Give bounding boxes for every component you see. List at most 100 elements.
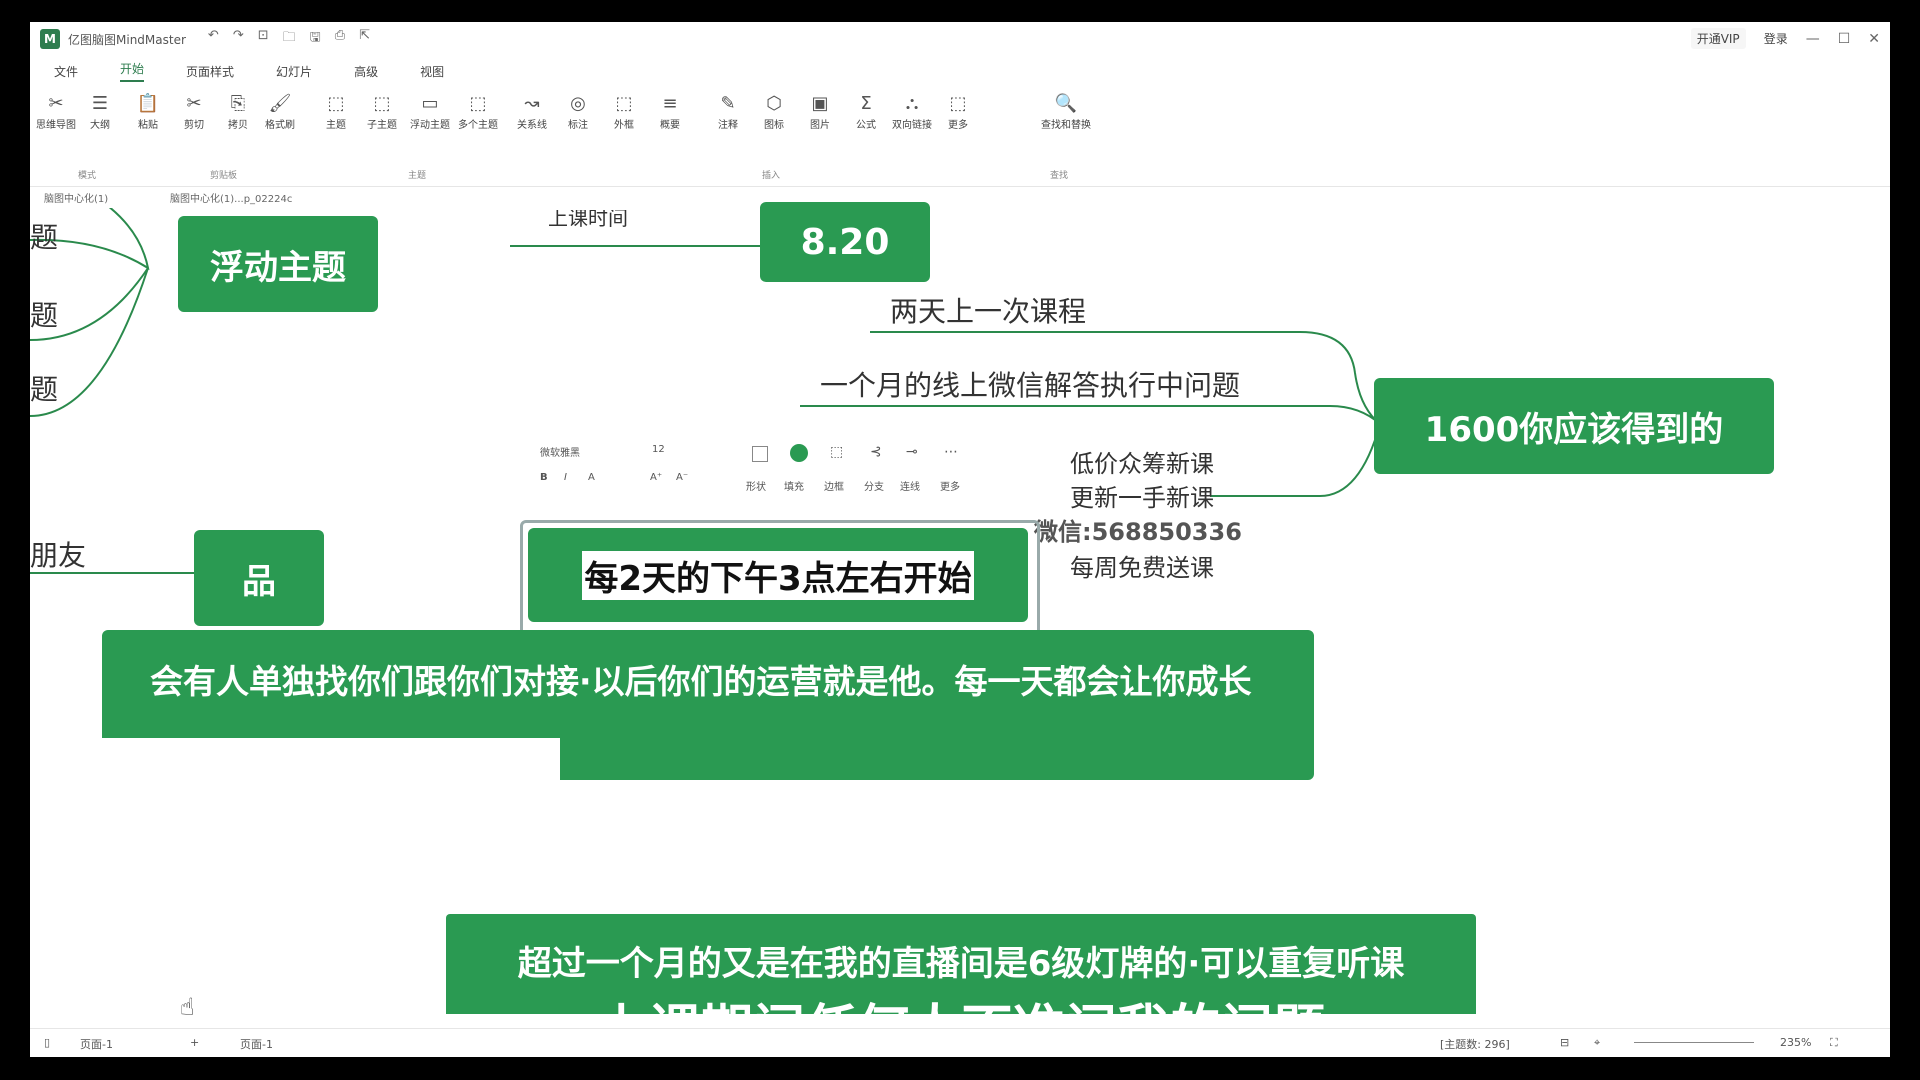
font-size-select[interactable]: 12 <box>652 444 665 455</box>
date-node[interactable]: 8.20 <box>760 202 930 282</box>
floating-topic-node[interactable]: 浮动主题 <box>178 216 378 312</box>
topic-button[interactable]: ⬚ 主题 <box>314 92 358 131</box>
italic-button[interactable]: I <box>564 472 567 483</box>
save-icon[interactable]: 🖫 <box>310 28 321 50</box>
relationship-button[interactable]: ↝ 关系线 <box>510 92 554 131</box>
maximize-button[interactable]: ☐ <box>1838 31 1851 47</box>
tool-label: 浮动主题 <box>410 120 450 131</box>
branch-label-weekly-free[interactable]: 每周免费送课 <box>1070 548 1214 583</box>
tab-file[interactable]: 文件 <box>54 63 78 80</box>
open-icon[interactable]: 🗀 <box>283 28 296 50</box>
undo-icon[interactable]: ↶ <box>208 28 219 50</box>
tool-label: 主题 <box>326 120 346 131</box>
branch-label-new-course[interactable]: 更新一手新课 <box>1070 478 1214 513</box>
copy-button[interactable]: ⎘ 拷贝 <box>216 92 260 131</box>
shape-icon[interactable] <box>752 446 768 462</box>
boundary-button[interactable]: ⬚ 外框 <box>602 92 646 131</box>
topic-label-cut-2[interactable]: 题 <box>30 294 58 334</box>
editing-topic-text[interactable]: 每2天的下午3点左右开始 <box>582 550 974 600</box>
page-selector[interactable]: 页面-1 <box>80 1036 113 1052</box>
tool-label: 大纲 <box>90 120 110 131</box>
find-replace-button[interactable]: 🔍 查找和替换 <box>1034 92 1098 131</box>
vip-button[interactable]: 开通VIP <box>1690 28 1746 49</box>
topic-label-cut-1[interactable]: 题 <box>30 216 58 256</box>
fill-label: 填充 <box>784 482 804 493</box>
mindmap-canvas[interactable]: 题 题 题 朋友 浮动主题 上课时间 8.20 两天上一次课程 一个月的线上微信… <box>30 202 1890 1028</box>
bilink-button[interactable]: ⛬ 双向链接 <box>890 92 934 131</box>
doc-tab-2[interactable]: 脑图中心化(1)...p_02224c <box>170 190 292 205</box>
tab-advanced[interactable]: 高级 <box>354 63 378 80</box>
title-bar: M 亿图脑图MindMaster ↶ ↷ ⊡ 🗀 🖫 ⎙ ⇱ 开通VIP 登录 … <box>30 22 1890 56</box>
branch-label-wechat-answers[interactable]: 一个月的线上微信解答执行中问题 <box>820 364 1240 404</box>
fit-page-icon[interactable]: ⊟ <box>1560 1036 1569 1049</box>
font-color-button[interactable]: A <box>588 472 595 483</box>
branch-label-wechat-id[interactable]: 微信:568850336 <box>1034 512 1242 547</box>
cut-button[interactable]: ✂ 剪切 <box>172 92 216 131</box>
new-icon[interactable]: ⊡ <box>258 28 269 50</box>
mouse-cursor-icon: ☝ <box>180 993 195 1021</box>
paste-button[interactable]: 📋 粘贴 <box>126 92 170 131</box>
mindmap-mode-button[interactable]: ✂ 思维导图 <box>34 92 78 131</box>
topic-label-cut-3[interactable]: 题 <box>30 368 58 408</box>
fill-color-icon[interactable] <box>790 444 808 462</box>
close-button[interactable]: ✕ <box>1868 31 1880 47</box>
banner-line-1: 超过一个月的又是在我的直播间是6级灯牌的·可以重复听课 <box>517 944 1405 984</box>
login-button[interactable]: 登录 <box>1764 30 1788 47</box>
menu-tabs: 文件 开始 页面样式 幻灯片 高级 视图 <box>30 56 1890 86</box>
add-page-button[interactable]: + <box>190 1036 199 1049</box>
branch-icon[interactable]: ⊰ <box>870 444 882 460</box>
pin-node[interactable]: 品 <box>194 530 324 626</box>
border-icon[interactable]: ⬚ <box>830 444 843 460</box>
tab-slides[interactable]: 幻灯片 <box>276 63 312 80</box>
page-tab[interactable]: 页面-1 <box>240 1036 273 1052</box>
fullscreen-icon[interactable]: ⛶ <box>1830 1036 1838 1050</box>
app-title: 亿图脑图MindMaster <box>68 32 186 47</box>
banner-node-replay[interactable]: 超过一个月的又是在我的直播间是6级灯牌的·可以重复听课 上课期间任何人不准问我的… <box>446 914 1476 1014</box>
tab-start[interactable]: 开始 <box>120 60 145 82</box>
topic-label-friend[interactable]: 朋友 <box>30 534 86 574</box>
more-button[interactable]: ⬚ 更多 <box>936 92 980 131</box>
floating-topic-button[interactable]: ▭ 浮动主题 <box>408 92 452 131</box>
formula-button[interactable]: Σ 公式 <box>844 92 888 131</box>
group-label-clipboard: 剪贴板 <box>210 171 238 181</box>
doc-tab-1[interactable]: 脑图中心化(1) <box>44 190 108 205</box>
branch-label-two-days[interactable]: 两天上一次课程 <box>890 290 1086 330</box>
focus-icon[interactable]: ⌖ <box>1594 1036 1600 1050</box>
connector-icon[interactable]: ⊸ <box>906 444 918 460</box>
layout-icon[interactable]: ▯ <box>44 1036 50 1049</box>
editing-topic-node[interactable]: 每2天的下午3点左右开始 <box>528 528 1028 622</box>
outline-button[interactable]: ☰ 大纲 <box>78 92 122 131</box>
font-grow-button[interactable]: A⁺ <box>650 472 662 483</box>
tab-page-style[interactable]: 页面样式 <box>186 63 234 80</box>
note-button[interactable]: ✎ 注释 <box>706 92 750 131</box>
cut-icon: ✂ <box>186 93 202 114</box>
export-icon[interactable]: ⇱ <box>359 28 370 50</box>
boundary-icon: ⬚ <box>615 93 633 114</box>
icon-button[interactable]: ⬡ 图标 <box>752 92 796 131</box>
tool-label: 外框 <box>614 120 634 131</box>
subtopic-button[interactable]: ⬚ 子主题 <box>360 92 404 131</box>
redo-icon[interactable]: ↷ <box>233 28 244 50</box>
font-shrink-button[interactable]: A⁻ <box>676 472 688 483</box>
branch-label: 分支 <box>864 482 884 493</box>
tab-view[interactable]: 视图 <box>420 63 444 80</box>
status-bar: ▯ 页面-1 + 页面-1 [主题数: 296] ⊟ ⌖ 235% ⛶ <box>30 1028 1890 1057</box>
goal-node[interactable]: 1600你应该得到的 <box>1374 378 1774 474</box>
image-button[interactable]: ▣ 图片 <box>798 92 842 131</box>
font-name-select[interactable]: 微软雅黑 <box>540 444 580 459</box>
bold-button[interactable]: B <box>540 472 548 483</box>
tool-label: 标注 <box>568 120 588 131</box>
format-painter-button[interactable]: 🖌 格式刷 <box>258 92 302 131</box>
summary-button[interactable]: ≡ 概要 <box>648 92 692 131</box>
print-icon[interactable]: ⎙ <box>335 28 345 50</box>
callout-button[interactable]: ◎ 标注 <box>556 92 600 131</box>
tool-label: 粘贴 <box>138 120 158 131</box>
minimize-button[interactable]: — <box>1806 31 1820 47</box>
app-logo-icon: M <box>40 29 60 49</box>
paste-icon: 📋 <box>136 93 160 114</box>
zoom-slider[interactable] <box>1634 1042 1754 1043</box>
image-icon: ▣ <box>811 93 829 114</box>
branch-label-crowdfund[interactable]: 低价众筹新课 <box>1070 444 1214 479</box>
more-options-icon[interactable]: ⋯ <box>944 444 958 460</box>
multiple-topics-button[interactable]: ⬚ 多个主题 <box>456 92 500 131</box>
